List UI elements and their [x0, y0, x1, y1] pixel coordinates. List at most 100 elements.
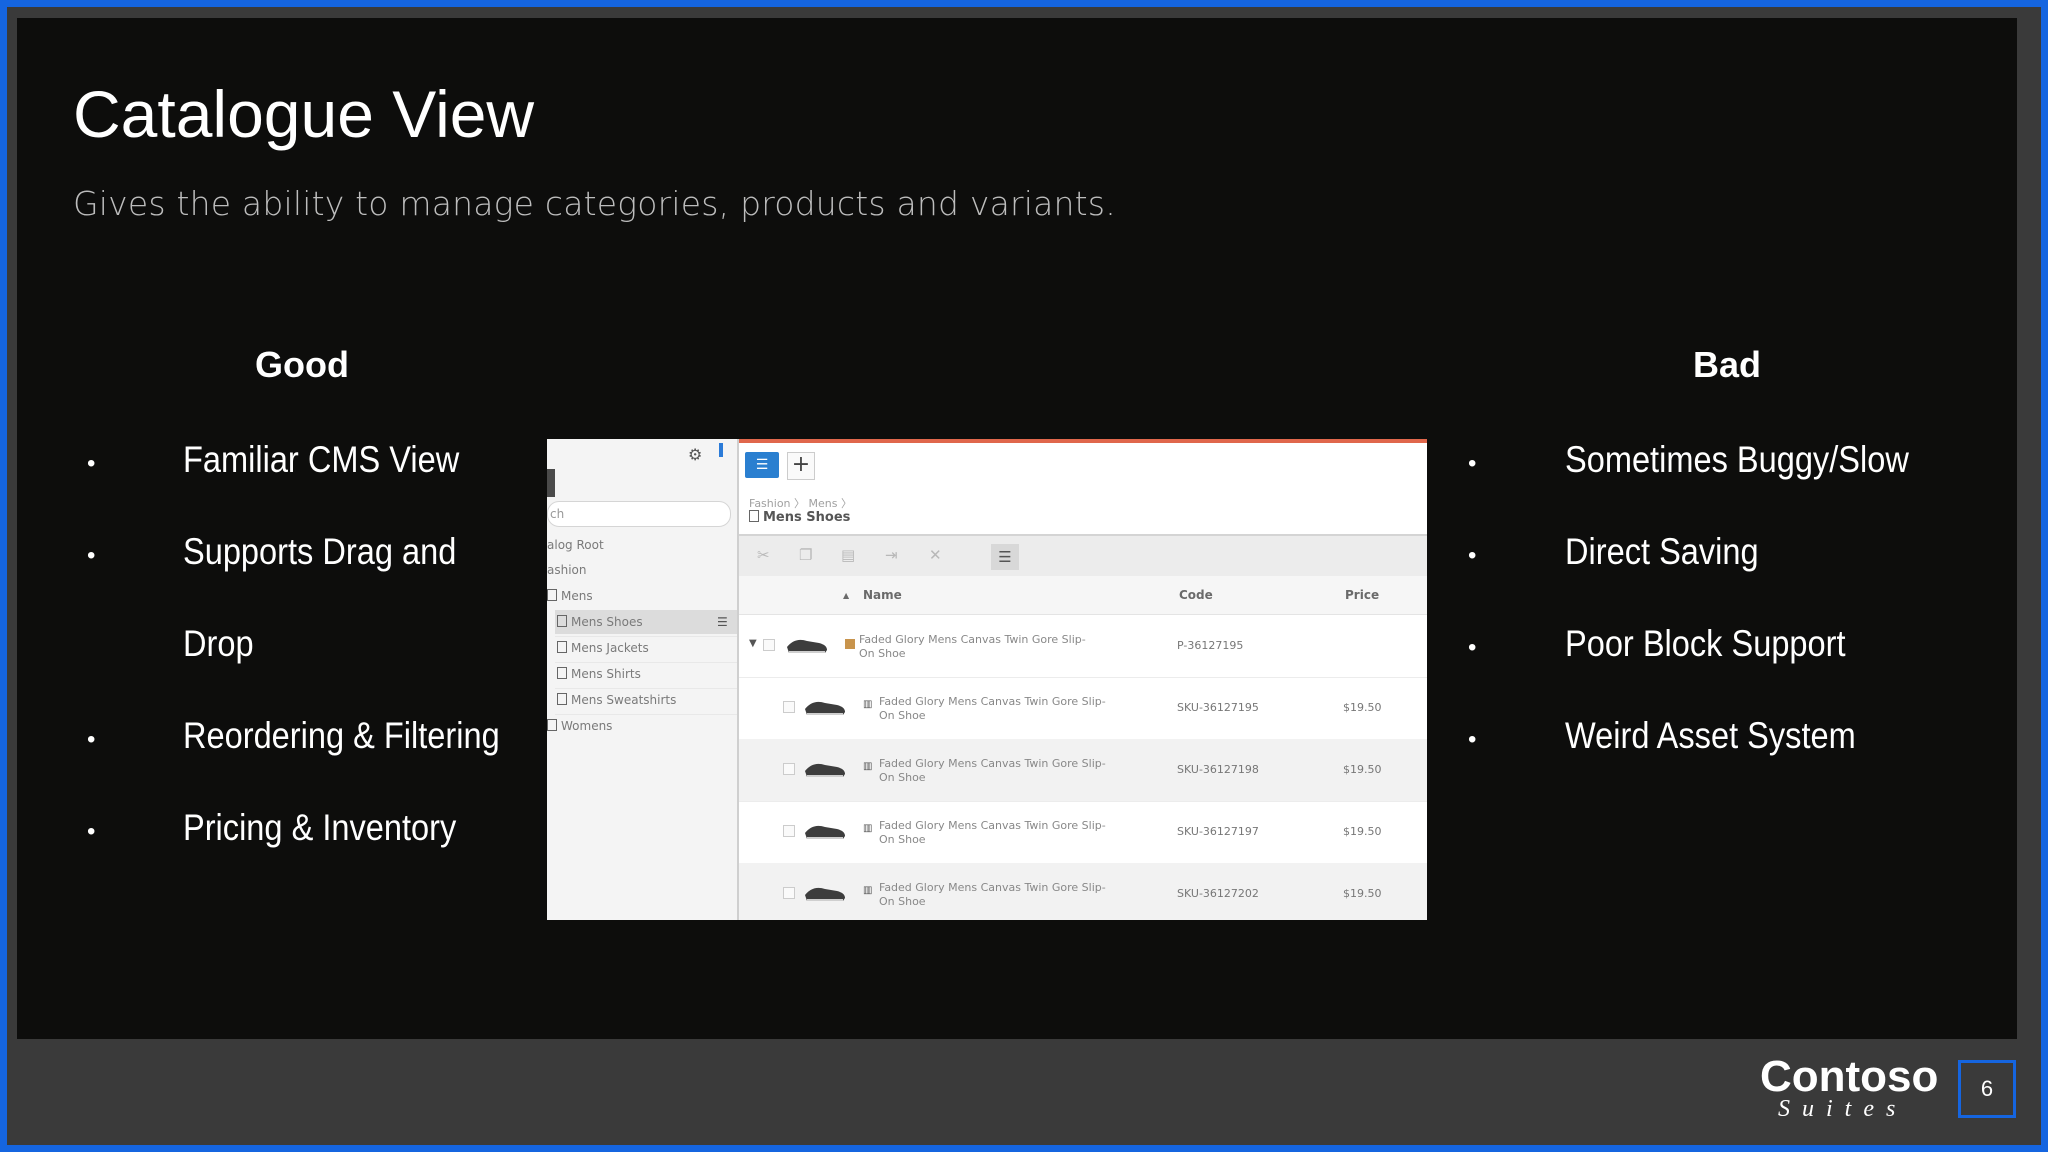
good-bullet-4: •: [87, 818, 96, 845]
row-checkbox[interactable]: [763, 639, 775, 651]
tree-item-mens-sweatshirts[interactable]: Mens Sweatshirts: [557, 693, 676, 707]
bad-item-3: Poor Block Support: [1565, 623, 1846, 664]
row-code: P-36127195: [1177, 639, 1244, 652]
row-name: Faded Glory Mens Canvas Twin Gore Slip-O…: [879, 881, 1106, 908]
row-checkbox[interactable]: [783, 701, 795, 713]
slide-footer: [17, 1039, 2017, 1138]
row-name: Faded Glory Mens Canvas Twin Gore Slip-O…: [879, 819, 1106, 846]
tree-toggle-button[interactable]: ☰: [745, 452, 779, 478]
add-button[interactable]: +: [787, 452, 815, 480]
contoso-logo-subtext: Suites: [1778, 1096, 1908, 1122]
tree-item-label: Womens: [561, 719, 613, 733]
shoe-thumbnail: [805, 887, 845, 901]
good-bullet-2: •: [87, 542, 96, 569]
row-checkbox[interactable]: [783, 763, 795, 775]
folder-icon: [547, 589, 557, 601]
columns-menu-icon[interactable]: ☰: [991, 544, 1019, 570]
tree-search-input[interactable]: ch: [547, 501, 731, 527]
row-name: Faded Glory Mens Canvas Twin Gore Slip-O…: [879, 757, 1106, 784]
tree-item-catalog-root[interactable]: alog Root: [547, 538, 604, 552]
good-item-1: Familiar CMS View: [183, 439, 460, 480]
good-item-2: Supports Drag and: [183, 531, 457, 572]
sort-icon[interactable]: ▲: [843, 591, 849, 600]
gear-icon[interactable]: ⚙: [688, 445, 702, 464]
bad-item-2: Direct Saving: [1565, 531, 1759, 572]
folder-icon: [557, 667, 567, 679]
context-menu-icon[interactable]: ☰: [717, 615, 728, 629]
variant-icon: ▥: [863, 761, 873, 772]
tree-item-label: Mens Shirts: [571, 667, 641, 681]
row-price: $19.50: [1343, 887, 1382, 900]
table-row[interactable]: ▥ Faded Glory Mens Canvas Twin Gore Slip…: [739, 863, 1427, 920]
column-header-price[interactable]: Price: [1345, 588, 1379, 602]
delete-icon[interactable]: ✕: [929, 546, 942, 564]
good-item-2-cont: Drop: [183, 623, 254, 664]
row-name: Faded Glory Mens Canvas Twin Gore Slip-O…: [859, 633, 1086, 660]
column-header-name[interactable]: Name: [863, 588, 902, 602]
shoe-thumbnail: [787, 639, 827, 653]
row-checkbox[interactable]: [783, 825, 795, 837]
tree-item-label: Mens: [561, 589, 593, 603]
expand-icon[interactable]: ▼: [749, 638, 757, 649]
bad-heading: Bad: [1693, 344, 1762, 385]
product-panel: ☰ + Fashion 〉 Mens 〉 Mens Shoes ✂ ❐ ▤ ⇥ …: [739, 443, 1427, 920]
tree-item-womens[interactable]: Womens: [547, 719, 612, 733]
tree-item-mens-shoes[interactable]: Mens Shoes: [557, 615, 643, 629]
table-row[interactable]: ▥ Faded Glory Mens Canvas Twin Gore Slip…: [739, 801, 1427, 864]
good-bullet-3: •: [87, 726, 96, 753]
bad-bullet-1: •: [1468, 450, 1477, 477]
panel-tab: [547, 469, 555, 497]
folder-title: Mens Shoes: [749, 510, 850, 525]
row-code: SKU-36127195: [1177, 701, 1259, 714]
slide-title: Catalogue View: [73, 77, 535, 151]
row-code: SKU-36127197: [1177, 825, 1259, 838]
folder-icon: [749, 510, 759, 522]
page-number: 6: [1958, 1060, 2016, 1118]
row-price: $19.50: [1343, 825, 1382, 838]
column-header-code[interactable]: Code: [1179, 588, 1213, 602]
tree-item-label: Mens Shoes: [571, 615, 643, 629]
paste-icon[interactable]: ▤: [841, 546, 855, 564]
tree-item-mens[interactable]: Mens: [547, 589, 593, 603]
shoe-thumbnail: [805, 825, 845, 839]
breadcrumb[interactable]: Fashion 〉 Mens 〉: [749, 495, 852, 511]
link-icon[interactable]: ⇥: [885, 546, 898, 564]
copy-icon[interactable]: ❐: [799, 546, 812, 564]
table-row[interactable]: ▥ Faded Glory Mens Canvas Twin Gore Slip…: [739, 677, 1427, 740]
variant-icon: ▥: [863, 699, 873, 710]
folder-title-label: Mens Shoes: [763, 510, 851, 525]
bad-item-1: Sometimes Buggy/Slow: [1565, 439, 1909, 480]
slide-subtitle: Gives the ability to manage categories, …: [73, 184, 1116, 223]
row-checkbox[interactable]: [783, 887, 795, 899]
product-icon: [845, 639, 855, 649]
tree-item-fashion[interactable]: ashion: [547, 563, 587, 577]
tree-item-label: Mens Jackets: [571, 641, 649, 655]
folder-icon: [557, 615, 567, 627]
table-row[interactable]: ▼ Faded Glory Mens Canvas Twin Gore Slip…: [739, 615, 1427, 678]
tree-item-mens-jackets[interactable]: Mens Jackets: [557, 641, 649, 655]
tree-divider: [555, 662, 737, 663]
row-price: $19.50: [1343, 701, 1382, 714]
folder-icon: [557, 693, 567, 705]
tree-item-label: Mens Sweatshirts: [571, 693, 677, 707]
good-item-3: Reordering & Filtering: [183, 715, 500, 756]
cut-icon[interactable]: ✂: [757, 546, 770, 564]
pin-icon[interactable]: [719, 443, 723, 457]
bad-bullet-4: •: [1468, 726, 1477, 753]
shoe-thumbnail: [805, 701, 845, 715]
variant-icon: ▥: [863, 823, 873, 834]
row-price: $19.50: [1343, 763, 1382, 776]
variant-icon: ▥: [863, 885, 873, 896]
row-code: SKU-36127202: [1177, 887, 1259, 900]
good-bullet-1: •: [87, 450, 96, 477]
tree-item-mens-shirts[interactable]: Mens Shirts: [557, 667, 641, 681]
table-row[interactable]: ▥ Faded Glory Mens Canvas Twin Gore Slip…: [739, 739, 1427, 802]
slide-frame: Catalogue View Gives the ability to mana…: [0, 0, 2048, 1152]
grid-header: ▲ Name Code Price: [739, 576, 1427, 615]
shoe-thumbnail: [805, 763, 845, 777]
tree-divider: [555, 636, 737, 637]
row-name: Faded Glory Mens Canvas Twin Gore Slip-O…: [879, 695, 1106, 722]
bad-bullet-3: •: [1468, 634, 1477, 661]
good-item-4: Pricing & Inventory: [183, 807, 457, 848]
bad-bullet-2: •: [1468, 542, 1477, 569]
